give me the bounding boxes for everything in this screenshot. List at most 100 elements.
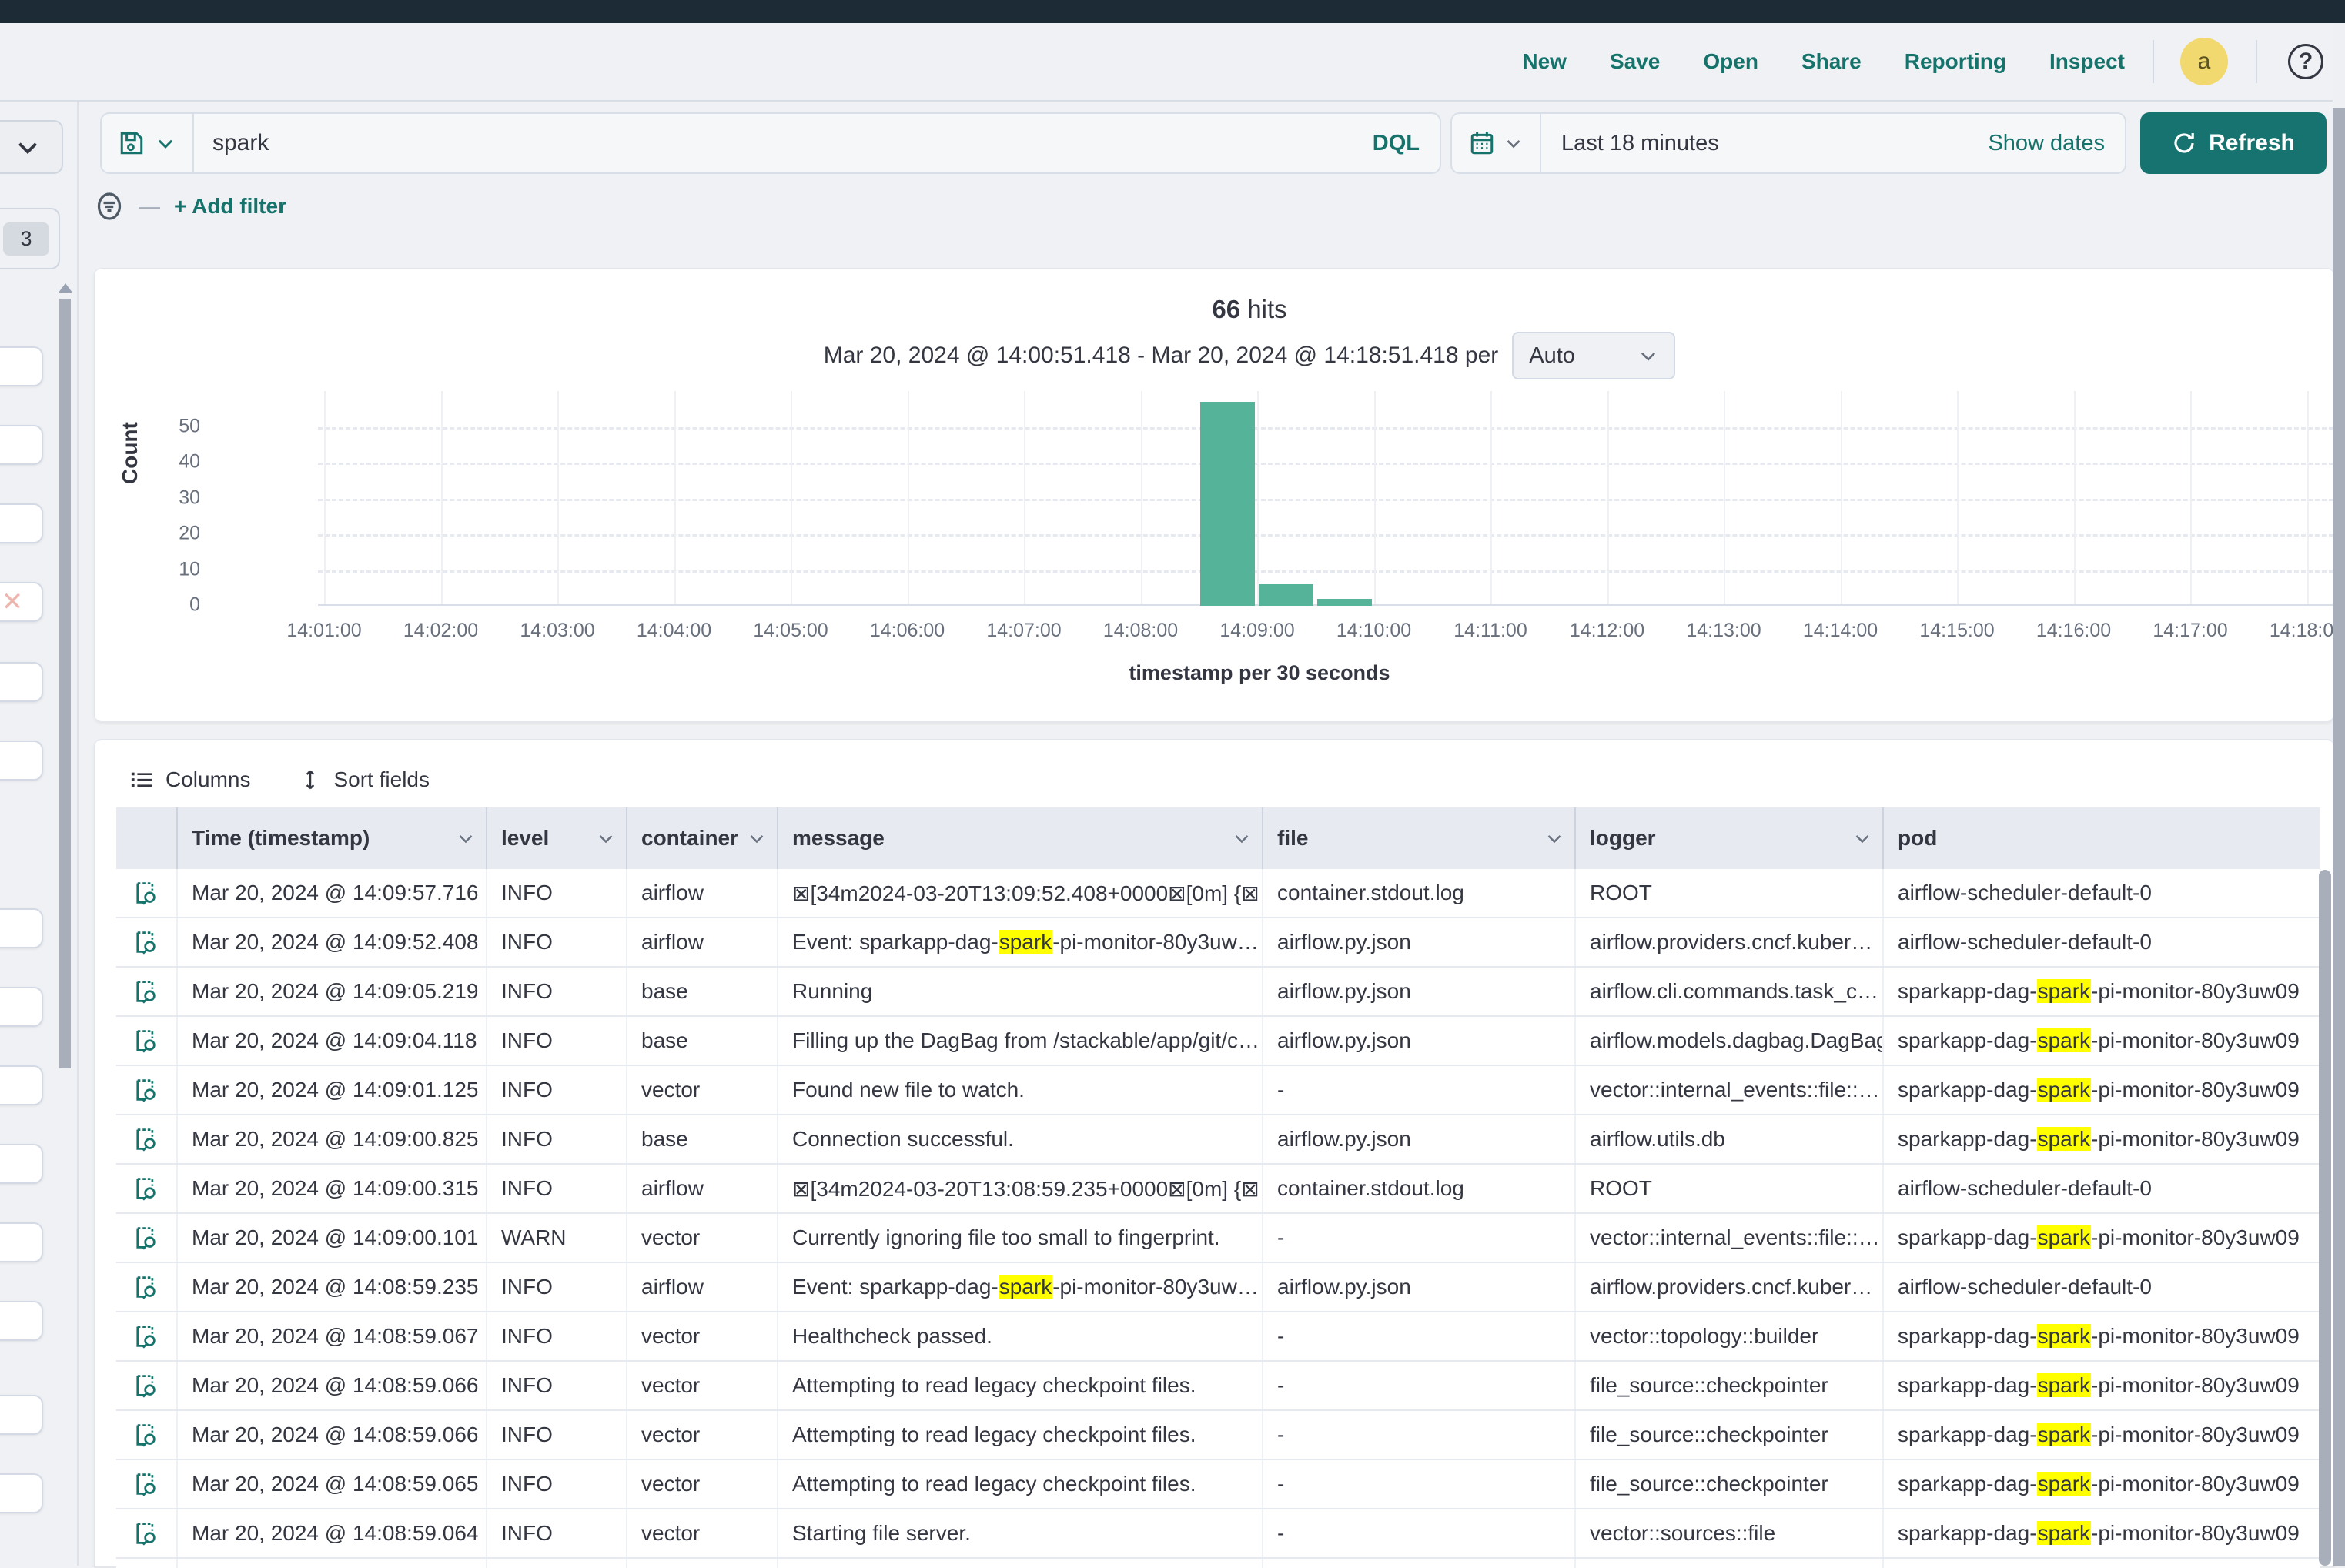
expand-row-button[interactable]: [116, 1017, 176, 1065]
gridline: [1024, 391, 1025, 606]
add-filter-button[interactable]: + Add filter: [174, 194, 286, 219]
table-row: Mar 20, 2024 @ 14:08:59.067INFOvectorHea…: [116, 1312, 2320, 1362]
chevron-down-icon[interactable]: [1233, 829, 1251, 848]
column-header-pod[interactable]: pod: [1882, 807, 2320, 869]
nav-reporting[interactable]: Reporting: [1905, 49, 2006, 74]
cell-logger: file_source::checkpointer: [1574, 1411, 1882, 1459]
table-row: Mar 20, 2024 @ 14:08:59.066INFOvectorAtt…: [116, 1362, 2320, 1411]
sidebar-field-item[interactable]: [0, 503, 43, 543]
cell-message: Attempting to read legacy checkpoint fil…: [777, 1362, 1262, 1409]
search-bar: spark DQL: [100, 112, 1441, 174]
expand-row-button[interactable]: [116, 1214, 176, 1262]
column-header-container[interactable]: container: [626, 807, 777, 869]
histogram-bar[interactable]: [1259, 584, 1313, 606]
cell-logger: file_source::checkpointer: [1574, 1460, 1882, 1508]
query-input[interactable]: spark: [194, 130, 1353, 156]
sidebar-field-item[interactable]: [0, 1395, 43, 1435]
search-highlight: spark: [2037, 1521, 2091, 1545]
histogram-bar[interactable]: [1200, 402, 1255, 606]
sidebar-field-item[interactable]: [0, 741, 43, 781]
nav-share[interactable]: Share: [1801, 49, 1862, 74]
table-row: Mar 20, 2024 @ 14:09:52.408INFOairflowEv…: [116, 918, 2320, 968]
remove-field-icon[interactable]: ✕: [2, 589, 24, 615]
expand-row-button[interactable]: [116, 918, 176, 966]
sidebar-field-item[interactable]: [0, 1222, 43, 1262]
sidebar-field-item[interactable]: [0, 662, 43, 702]
saved-query-button[interactable]: [102, 114, 194, 172]
cell-logger: airflow.providers.cncf.kuber…: [1574, 1263, 1882, 1311]
page-scrollbar[interactable]: [2333, 108, 2345, 1566]
refresh-button[interactable]: Refresh: [2140, 112, 2327, 174]
column-header-message[interactable]: message: [777, 807, 1262, 869]
nav-open[interactable]: Open: [1703, 49, 1758, 74]
expand-row-button[interactable]: [116, 1066, 176, 1114]
sidebar-scrollbar[interactable]: [59, 299, 71, 1068]
sidebar-scroll-arrow[interactable]: [59, 283, 72, 293]
x-tick-label: 14:05:00: [753, 620, 828, 642]
cell-message: Filling up the DagBag from /stackable/ap…: [777, 1017, 1262, 1065]
sidebar-collapse-button[interactable]: [0, 120, 63, 174]
expand-row-button[interactable]: [116, 1115, 176, 1163]
interval-select[interactable]: Auto: [1512, 332, 1675, 379]
table-scrollbar[interactable]: [2319, 870, 2331, 1566]
nav-save[interactable]: Save: [1610, 49, 1660, 74]
gridline: [1141, 391, 1142, 606]
cell-pod: sparkapp-dag-spark-pi-monitor-80y3uw09: [1882, 1066, 2320, 1114]
table-row-partial: [116, 1559, 2320, 1568]
cell-message: Starting file server.: [777, 1509, 1262, 1557]
cell-level: INFO: [486, 968, 626, 1015]
expand-row-button[interactable]: [116, 1411, 176, 1459]
cell-level: INFO: [486, 1411, 626, 1459]
help-icon[interactable]: ?: [2288, 44, 2323, 79]
chevron-down-icon[interactable]: [457, 829, 475, 848]
sidebar-field-item[interactable]: [0, 1301, 43, 1341]
nav-new[interactable]: New: [1522, 49, 1567, 74]
avatar[interactable]: a: [2180, 38, 2228, 85]
chevron-down-icon[interactable]: [597, 829, 615, 848]
chevron-down-icon[interactable]: [748, 829, 766, 848]
cell-file: -: [1262, 1509, 1574, 1557]
expand-row-button[interactable]: [116, 1312, 176, 1360]
sidebar-field-item[interactable]: [0, 987, 43, 1027]
query-language-button[interactable]: DQL: [1353, 131, 1440, 156]
expand-row-button[interactable]: [116, 1509, 176, 1557]
column-header-file[interactable]: file: [1262, 807, 1574, 869]
chevron-down-icon[interactable]: [1853, 829, 1872, 848]
table-toolbar: Columns Sort fields: [130, 767, 430, 792]
sidebar-field-item[interactable]: [0, 1144, 43, 1184]
column-header-logger[interactable]: logger: [1574, 807, 1882, 869]
sidebar-field-item[interactable]: ✕: [0, 582, 43, 622]
histogram-bar[interactable]: [1317, 599, 1372, 606]
histogram-plot[interactable]: 14:01:0014:02:0014:03:0014:04:0014:05:00…: [318, 391, 2345, 606]
cell-pod: airflow-scheduler-default-0: [1882, 1165, 2320, 1212]
sidebar-field-item[interactable]: [0, 1065, 43, 1105]
expand-row-button[interactable]: [116, 968, 176, 1015]
expand-row-button[interactable]: [116, 1362, 176, 1409]
sidebar-field-item[interactable]: [0, 908, 43, 948]
time-range-value[interactable]: Last 18 minutes: [1541, 131, 1988, 156]
column-header-time[interactable]: Time (timestamp): [176, 807, 486, 869]
chevron-down-icon[interactable]: [1545, 829, 1564, 848]
show-dates-link[interactable]: Show dates: [1988, 131, 2125, 156]
cell-message: ⊠[34m2024-03-20T13:08:59.235+0000⊠[0m] {…: [777, 1165, 1262, 1212]
table-row: Mar 20, 2024 @ 14:09:01.125INFOvectorFou…: [116, 1066, 2320, 1115]
table-row: Mar 20, 2024 @ 14:08:59.064INFOvectorSta…: [116, 1509, 2320, 1559]
x-tick-label: 14:15:00: [1919, 620, 1994, 642]
expand-row-button[interactable]: [116, 1460, 176, 1508]
calendar-button[interactable]: [1452, 114, 1541, 172]
columns-button[interactable]: Columns: [130, 767, 250, 792]
filter-icon[interactable]: [94, 191, 125, 222]
sidebar-field-item[interactable]: [0, 1473, 43, 1513]
x-tick-label: 14:04:00: [637, 620, 711, 642]
expand-row-button[interactable]: [116, 869, 176, 917]
cell-level: INFO: [486, 1165, 626, 1212]
cell-logger: airflow.utils.db: [1574, 1115, 1882, 1163]
nav-inspect[interactable]: Inspect: [2049, 49, 2125, 74]
column-header-level[interactable]: level: [486, 807, 626, 869]
expand-document-icon: [132, 1273, 160, 1301]
sidebar-field-item[interactable]: [0, 425, 43, 465]
sidebar-field-item[interactable]: [0, 346, 43, 386]
expand-row-button[interactable]: [116, 1263, 176, 1311]
sort-fields-button[interactable]: Sort fields: [299, 767, 430, 792]
expand-row-button[interactable]: [116, 1165, 176, 1212]
